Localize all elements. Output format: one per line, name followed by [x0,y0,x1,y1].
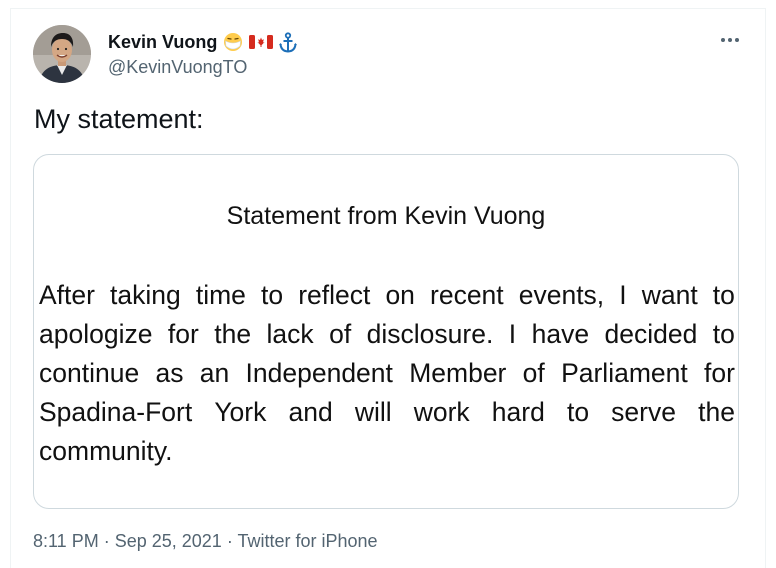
author-display-name[interactable]: Kevin Vuong [108,32,217,53]
avatar-image [33,25,91,83]
statement-word: Spadina-Fort [39,397,193,427]
statement-word: to [712,319,735,349]
tweet-date[interactable]: Sep 25, 2021 [115,531,222,551]
statement-line: Spadina-Fort York and will work hard to serve th… [39,393,735,432]
statement-word: for [704,358,735,388]
meta-separator: · [221,531,238,551]
statement-word: of [329,319,352,349]
author-handle[interactable]: @KevinVuongTO [108,57,247,78]
statement-word: lack [266,319,314,349]
statement-word: apologize [39,319,153,349]
statement-word: Member [409,358,507,388]
statement-word: decided [604,319,698,349]
statement-word: hard [491,397,545,427]
statement-line: community. [39,432,735,471]
statement-word: will [354,397,392,427]
more-horizontal-icon [721,38,739,42]
statement-line: apologize for the lack of disclosure. Ihave dec… [39,315,735,354]
statement-word: to [712,280,735,310]
statement-body: After taking time to reflect on recent events, I… [39,276,735,471]
statement-word: continue [39,358,140,388]
statement-word: taking [110,280,181,310]
statement-word: to [261,280,284,310]
tweet-text: My statement: [34,104,204,134]
statement-line: After taking time to reflect on recent events, I… [39,276,735,315]
author-name-row[interactable]: Kevin Vuong [108,30,298,54]
statement-word: York [214,397,267,427]
statement-word: community. [39,436,173,466]
canada-flag-icon [249,32,274,52]
statement-word: on [385,280,415,310]
statement-line: continue as an Independent Member of Parliamen… [39,354,735,393]
statement-word: I [508,319,517,349]
statement-word: the [698,397,735,427]
statement-word: recent [430,280,504,310]
tweet-metadata: 8:11 PM · Sep 25, 2021 · Twitter for iPh… [33,531,378,552]
statement-word: Independent [245,358,393,388]
statement-word: time [195,280,246,310]
statement-word: events, [518,280,605,310]
statement-word: After [39,280,95,310]
tweet-time[interactable]: 8:11 PM [33,531,99,551]
statement-word: an [199,358,230,388]
statement-word: the [214,319,252,349]
statement-word: as [155,358,184,388]
meta-separator: · [98,531,115,551]
tweet-image[interactable]: Statement from Kevin Vuong After taking ti… [33,154,739,509]
statement-title: Statement from Kevin Vuong [226,202,546,230]
statement-word: disclosure. [366,319,494,349]
statement-word: serve [611,397,676,427]
more-options-button[interactable] [716,28,744,52]
statement-word: work [413,397,470,427]
face-with-medical-mask-icon [222,32,244,52]
statement-word: want [641,280,698,310]
statement-word: for [167,319,199,349]
statement-word: have [531,319,590,349]
statement-word: I [619,280,627,310]
anchor-icon [278,32,298,53]
statement-word: and [288,397,333,427]
statement-word: of [522,358,545,388]
statement-word: reflect [298,280,371,310]
tweet-source[interactable]: Twitter for iPhone [237,531,377,551]
avatar[interactable] [33,25,91,83]
statement-word: Parliament [561,358,688,388]
statement-word: to [566,397,590,427]
